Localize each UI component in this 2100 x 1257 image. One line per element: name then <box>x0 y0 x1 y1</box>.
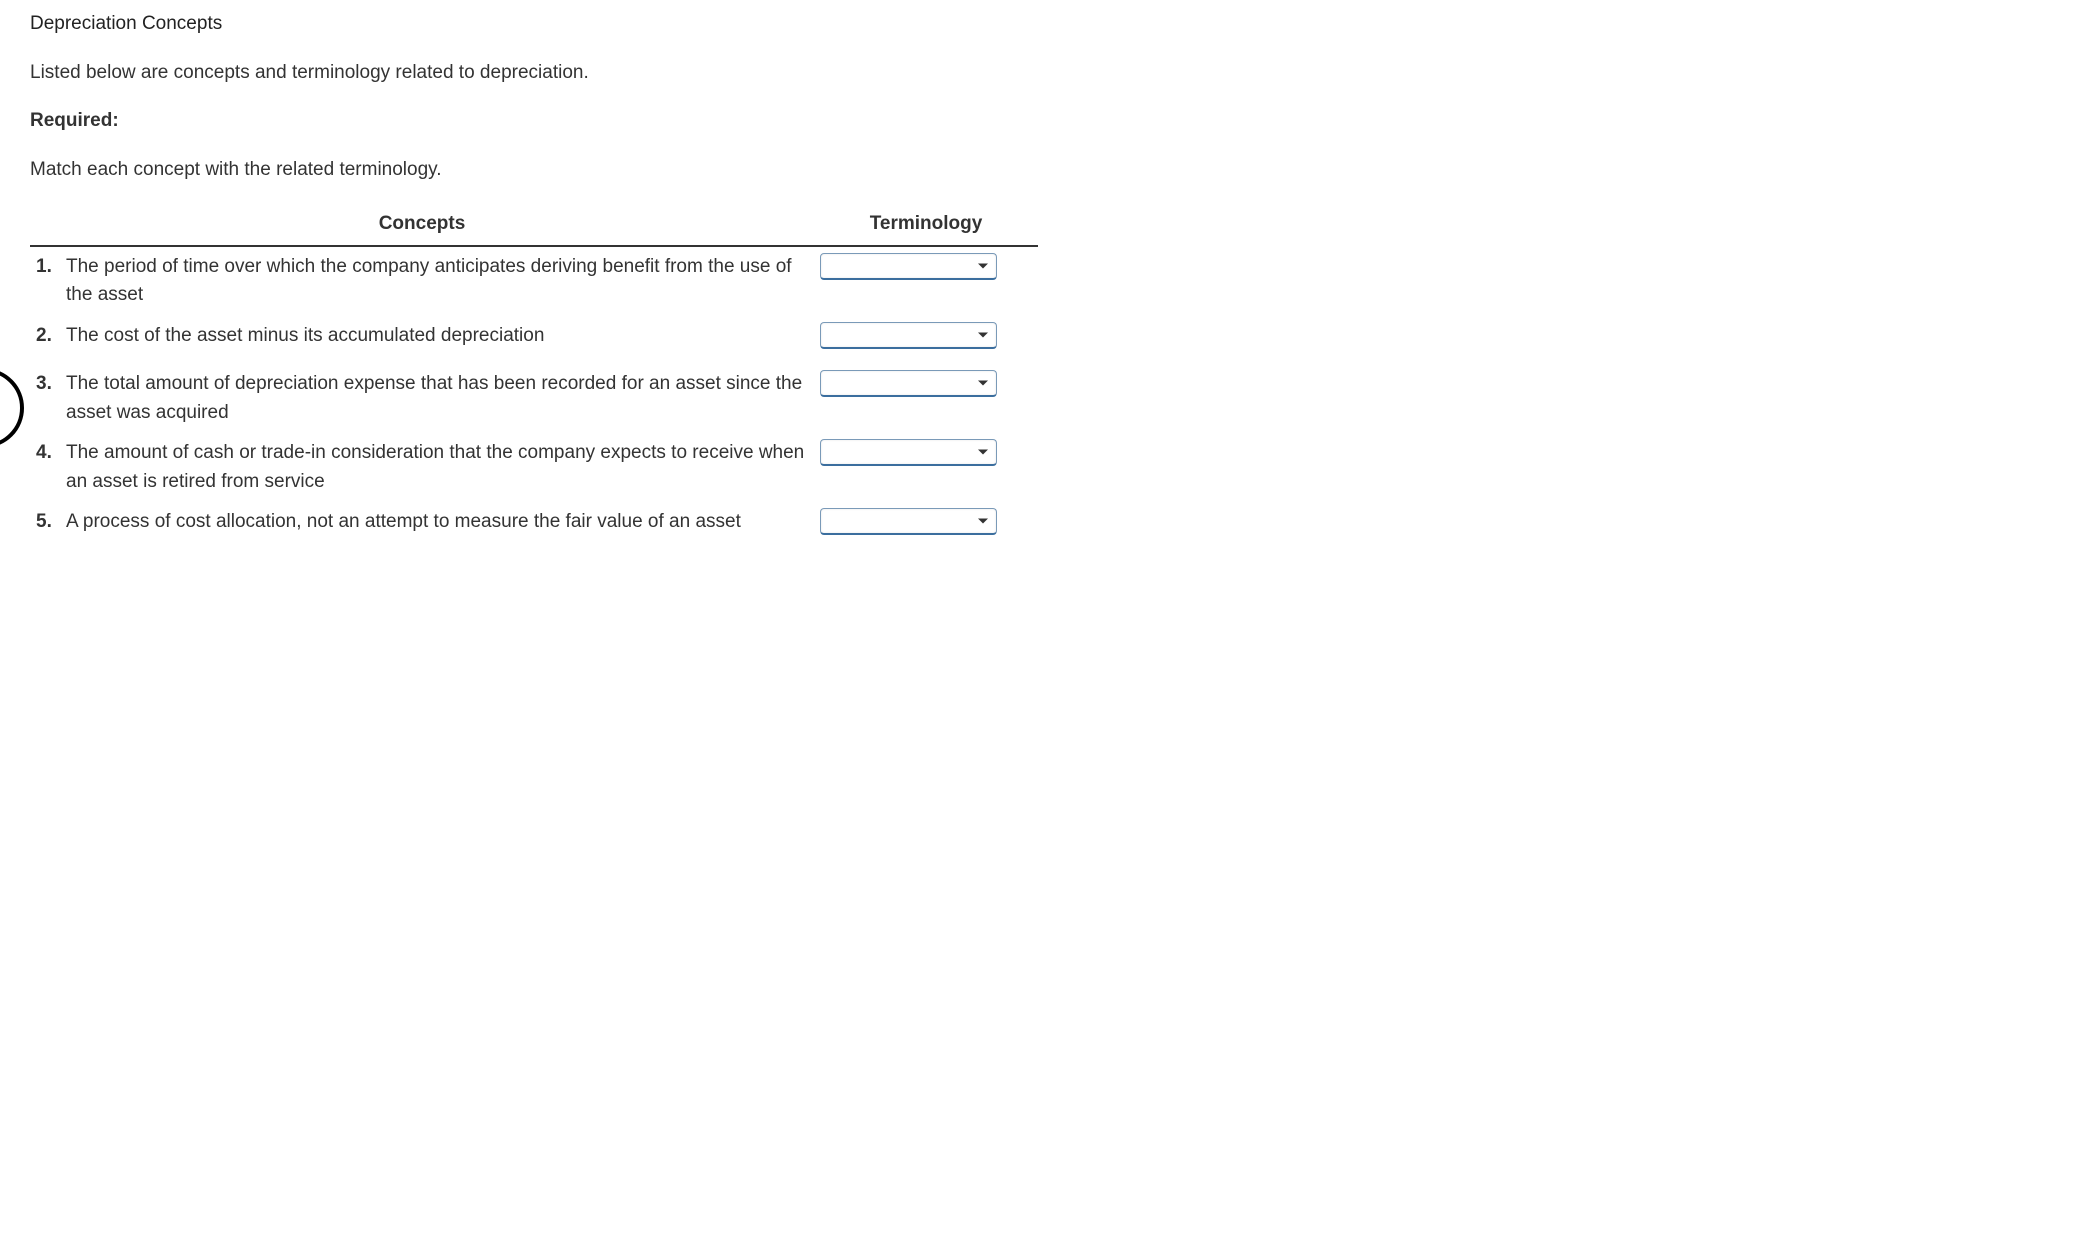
terminology-dropdown-1[interactable] <box>820 253 997 280</box>
concept-text: The period of time over which the compan… <box>66 253 808 310</box>
table-row: 3. The total amount of depreciation expe… <box>30 364 1038 433</box>
header-terminology: Terminology <box>814 204 1038 246</box>
page-title: Depreciation Concepts <box>30 10 2070 39</box>
caret-down-icon <box>978 332 988 337</box>
caret-down-icon <box>978 381 988 386</box>
caret-down-icon <box>978 263 988 268</box>
concept-text: The cost of the asset minus its accumula… <box>66 322 808 351</box>
terminology-dropdown-2[interactable] <box>820 322 997 349</box>
terminology-dropdown-5[interactable] <box>820 508 997 535</box>
caret-down-icon <box>978 519 988 524</box>
decorative-arc <box>0 368 24 448</box>
concept-number: 5. <box>36 508 60 537</box>
table-row: 4. The amount of cash or trade-in consid… <box>30 433 1038 502</box>
header-concepts: Concepts <box>30 204 814 246</box>
table-row: 5. A process of cost allocation, not an … <box>30 502 1038 551</box>
concept-text: A process of cost allocation, not an att… <box>66 508 808 537</box>
concepts-table: Concepts Terminology 1. The period of ti… <box>30 204 1038 551</box>
table-row: 1. The period of time over which the com… <box>30 246 1038 316</box>
required-label: Required: <box>30 107 2070 136</box>
concept-text: The amount of cash or trade-in considera… <box>66 439 808 496</box>
terminology-dropdown-3[interactable] <box>820 370 997 397</box>
concept-text: The total amount of depreciation expense… <box>66 370 808 427</box>
concept-number: 4. <box>36 439 60 496</box>
concept-number: 3. <box>36 370 60 427</box>
intro-text: Listed below are concepts and terminolog… <box>30 59 2070 88</box>
concept-number: 2. <box>36 322 60 351</box>
instruction-text: Match each concept with the related term… <box>30 156 2070 185</box>
concept-number: 1. <box>36 253 60 310</box>
table-row: 2. The cost of the asset minus its accum… <box>30 316 1038 365</box>
caret-down-icon <box>978 450 988 455</box>
terminology-dropdown-4[interactable] <box>820 439 997 466</box>
